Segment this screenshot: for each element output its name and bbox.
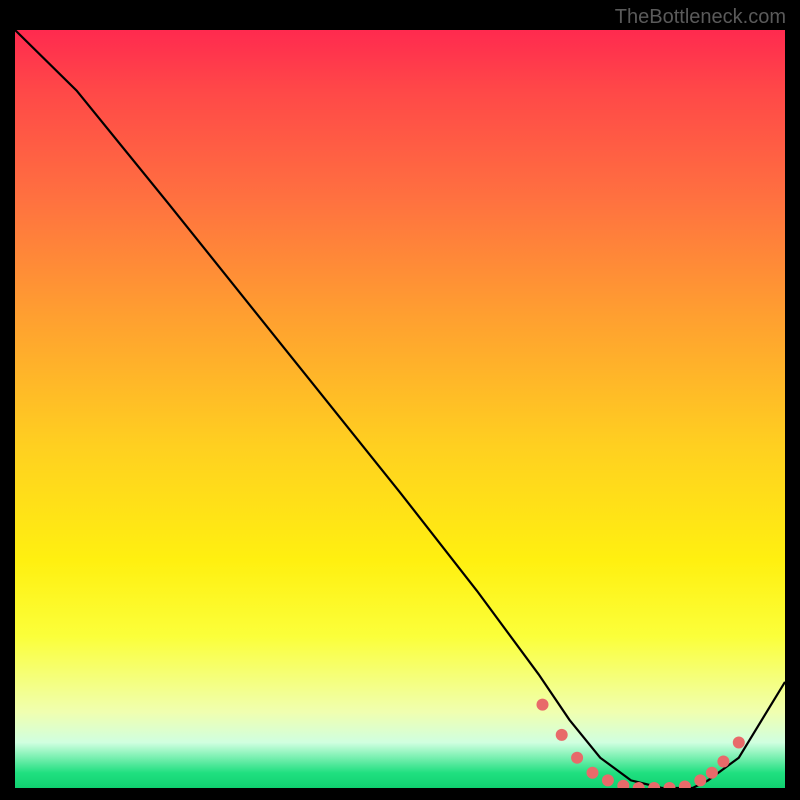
data-point — [633, 782, 645, 788]
data-point — [587, 767, 599, 779]
data-point — [717, 756, 729, 768]
data-point — [664, 782, 676, 788]
data-point — [648, 782, 660, 788]
data-point — [602, 774, 614, 786]
attribution-label: TheBottleneck.com — [615, 6, 786, 29]
chart-plot-area — [15, 30, 785, 788]
data-point — [556, 729, 568, 741]
data-point-markers — [537, 699, 745, 788]
data-point — [617, 780, 629, 788]
data-point — [694, 774, 706, 786]
data-point — [679, 781, 691, 789]
data-point — [706, 767, 718, 779]
bottleneck-curve — [15, 30, 785, 788]
data-point — [537, 699, 549, 711]
data-point — [733, 737, 745, 749]
chart-svg — [15, 30, 785, 788]
data-point — [571, 752, 583, 764]
